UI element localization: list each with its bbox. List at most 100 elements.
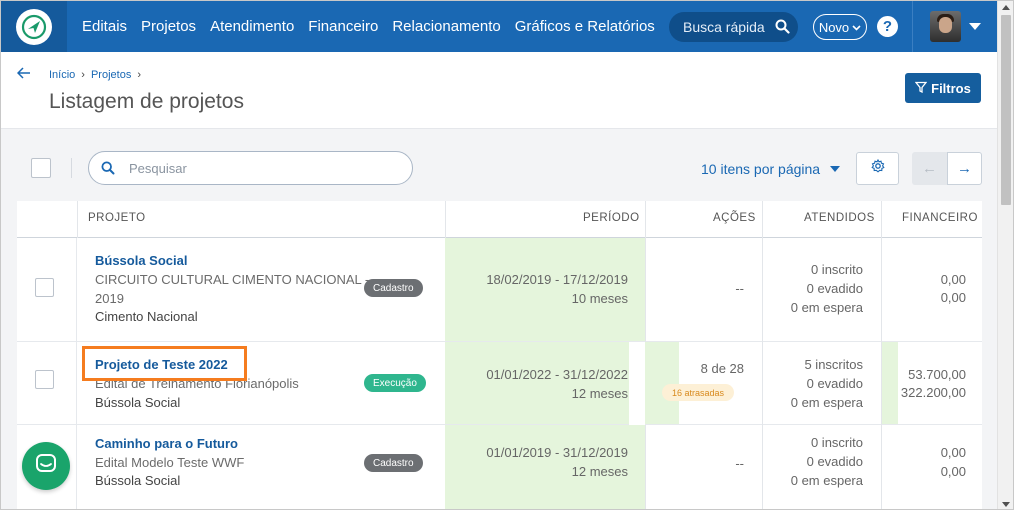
financeiro-value-1: 0,00 bbox=[940, 445, 966, 460]
atendidos-inscritos: 0 inscrito bbox=[810, 262, 863, 277]
atendidos-cell: 5 inscritos 0 evadido 0 em espera bbox=[762, 342, 881, 424]
column-header-projeto[interactable]: PROJETO bbox=[88, 212, 146, 224]
column-header-atendidos[interactable]: ATENDIDOS bbox=[804, 212, 875, 224]
arrow-left-icon: ← bbox=[922, 160, 937, 177]
chevron-down-icon bbox=[830, 166, 841, 172]
atendidos-evadidos: 0 evadido bbox=[806, 376, 863, 391]
project-org: Bússola Social bbox=[95, 395, 181, 410]
atendidos-espera: 0 em espera bbox=[790, 300, 863, 315]
project-edital: Edital Modelo Teste WWF bbox=[95, 455, 245, 470]
scroll-up-icon[interactable] bbox=[1002, 5, 1010, 10]
breadcrumb-projetos[interactable]: Projetos bbox=[91, 69, 131, 81]
search-icon bbox=[775, 19, 790, 37]
filtros-label: Filtros bbox=[931, 80, 971, 96]
page-header: Início › Projetos › Listagem de projetos… bbox=[1, 52, 997, 129]
menu-item-editais[interactable]: Editais bbox=[75, 18, 134, 35]
acoes-value: -- bbox=[735, 281, 744, 296]
scrollbar-thumb[interactable] bbox=[1001, 15, 1011, 205]
prev-page-button[interactable]: ← bbox=[912, 152, 947, 185]
menu-item-projetos[interactable]: Projetos bbox=[134, 18, 203, 35]
atendidos-evadidos: 0 evadido bbox=[806, 281, 863, 296]
menu-item-atendimento[interactable]: Atendimento bbox=[203, 18, 301, 35]
menu-item-graficos[interactable]: Gráficos e Relatórios bbox=[508, 18, 662, 35]
atendidos-espera: 0 em espera bbox=[790, 395, 863, 410]
financeiro-cell: 53.700,00 322.200,00 bbox=[881, 342, 982, 424]
page-title: Listagem de projetos bbox=[49, 90, 244, 113]
toolbar-divider bbox=[71, 158, 72, 178]
table-row[interactable]: Caminho para o Futuro Edital Modelo Test… bbox=[17, 425, 982, 509]
arrow-right-icon: → bbox=[957, 160, 972, 177]
menu-item-relacionamento[interactable]: Relacionamento bbox=[385, 18, 507, 35]
acoes-value: -- bbox=[735, 456, 744, 471]
logo[interactable] bbox=[1, 1, 67, 52]
project-org: Bússola Social bbox=[95, 473, 181, 488]
project-edital-cont: 2019 bbox=[95, 291, 124, 306]
main-menu: Editais Projetos Atendimento Financeiro … bbox=[75, 18, 662, 35]
period-dates: 18/02/2019 - 17/12/2019 bbox=[486, 272, 628, 287]
search-icon bbox=[101, 161, 115, 178]
nav-divider bbox=[912, 1, 913, 52]
row-checkbox[interactable] bbox=[35, 278, 54, 297]
atendidos-inscritos: 0 inscrito bbox=[810, 435, 863, 450]
project-name-link[interactable]: Caminho para o Futuro bbox=[95, 436, 238, 451]
project-name-link[interactable]: Bússola Social bbox=[95, 253, 187, 268]
search-placeholder: Pesquisar bbox=[129, 160, 187, 176]
period-dates: 01/01/2022 - 31/12/2022 bbox=[486, 367, 628, 382]
per-page-select[interactable]: 10 itens por página bbox=[701, 161, 841, 177]
atendidos-evadidos: 0 evadido bbox=[806, 454, 863, 469]
column-settings-button[interactable] bbox=[856, 152, 899, 185]
financeiro-value-2: 322.200,00 bbox=[900, 385, 966, 400]
filter-icon bbox=[914, 81, 928, 96]
breadcrumb-inicio[interactable]: Início bbox=[49, 69, 75, 81]
search-input[interactable]: Pesquisar bbox=[88, 151, 413, 185]
period-cell: 18/02/2019 - 17/12/2019 10 meses bbox=[445, 238, 645, 341]
highlight-box bbox=[82, 346, 247, 381]
period-cell: 01/01/2022 - 31/12/2022 12 meses bbox=[445, 342, 645, 424]
atendidos-cell: 0 inscrito 0 evadido 0 em espera bbox=[762, 425, 881, 509]
column-header-acoes[interactable]: AÇÕES bbox=[713, 212, 756, 224]
quick-search-button[interactable]: Busca rápida bbox=[669, 12, 798, 42]
breadcrumb: Início › Projetos › bbox=[49, 69, 141, 81]
quick-search-label: Busca rápida bbox=[683, 19, 765, 35]
chat-icon bbox=[35, 453, 57, 480]
period-duration: 12 meses bbox=[571, 386, 628, 401]
financeiro-value-1: 0,00 bbox=[940, 272, 966, 287]
financeiro-value-2: 0,00 bbox=[940, 464, 966, 479]
late-badge: 16 atrasadas bbox=[662, 384, 735, 401]
breadcrumb-separator-icon: › bbox=[137, 69, 141, 81]
avatar[interactable] bbox=[930, 11, 961, 42]
chat-button[interactable] bbox=[22, 442, 70, 490]
project-edital: CIRCUITO CULTURAL CIMENTO NACIONAL - bbox=[95, 272, 370, 287]
help-icon[interactable]: ? bbox=[877, 16, 898, 37]
acoes-cell: -- bbox=[645, 425, 762, 509]
financeiro-cell: 0,00 0,00 bbox=[881, 425, 982, 509]
novo-button[interactable]: Novo bbox=[813, 14, 867, 40]
novo-label: Novo bbox=[818, 19, 850, 35]
select-all-checkbox[interactable] bbox=[31, 158, 51, 178]
scrollbar[interactable] bbox=[997, 1, 1013, 509]
status-badge: Cadastro bbox=[364, 454, 423, 472]
table-header: PROJETO PERÍODO AÇÕES ATENDIDOS FINANCEI… bbox=[17, 201, 982, 238]
back-arrow-icon[interactable] bbox=[16, 66, 31, 84]
per-page-label: 10 itens por página bbox=[701, 161, 821, 177]
logo-icon bbox=[16, 8, 52, 45]
row-checkbox[interactable] bbox=[35, 370, 54, 389]
financeiro-value-1: 53.700,00 bbox=[908, 367, 966, 382]
filtros-button[interactable]: Filtros bbox=[905, 73, 981, 103]
period-cell: 01/01/2019 - 31/12/2019 12 meses bbox=[445, 425, 645, 509]
scroll-down-icon[interactable] bbox=[1002, 502, 1010, 507]
financeiro-cell: 0,00 0,00 bbox=[881, 238, 982, 341]
app-window: Editais Projetos Atendimento Financeiro … bbox=[0, 0, 1014, 510]
next-page-button[interactable]: → bbox=[947, 152, 982, 185]
table-row[interactable]: Bússola Social CIRCUITO CULTURAL CIMENTO… bbox=[17, 238, 982, 342]
status-badge: Execução bbox=[364, 374, 426, 392]
gear-icon bbox=[870, 158, 885, 178]
chevron-down-icon bbox=[852, 20, 861, 35]
column-header-financeiro[interactable]: FINANCEIRO bbox=[902, 212, 978, 224]
atendidos-espera: 0 em espera bbox=[790, 473, 863, 488]
column-header-periodo[interactable]: PERÍODO bbox=[583, 212, 640, 224]
menu-item-financeiro[interactable]: Financeiro bbox=[301, 18, 385, 35]
user-menu-chevron-icon[interactable] bbox=[969, 23, 981, 30]
breadcrumb-separator-icon: › bbox=[81, 69, 85, 81]
financeiro-value-2: 0,00 bbox=[940, 290, 966, 305]
